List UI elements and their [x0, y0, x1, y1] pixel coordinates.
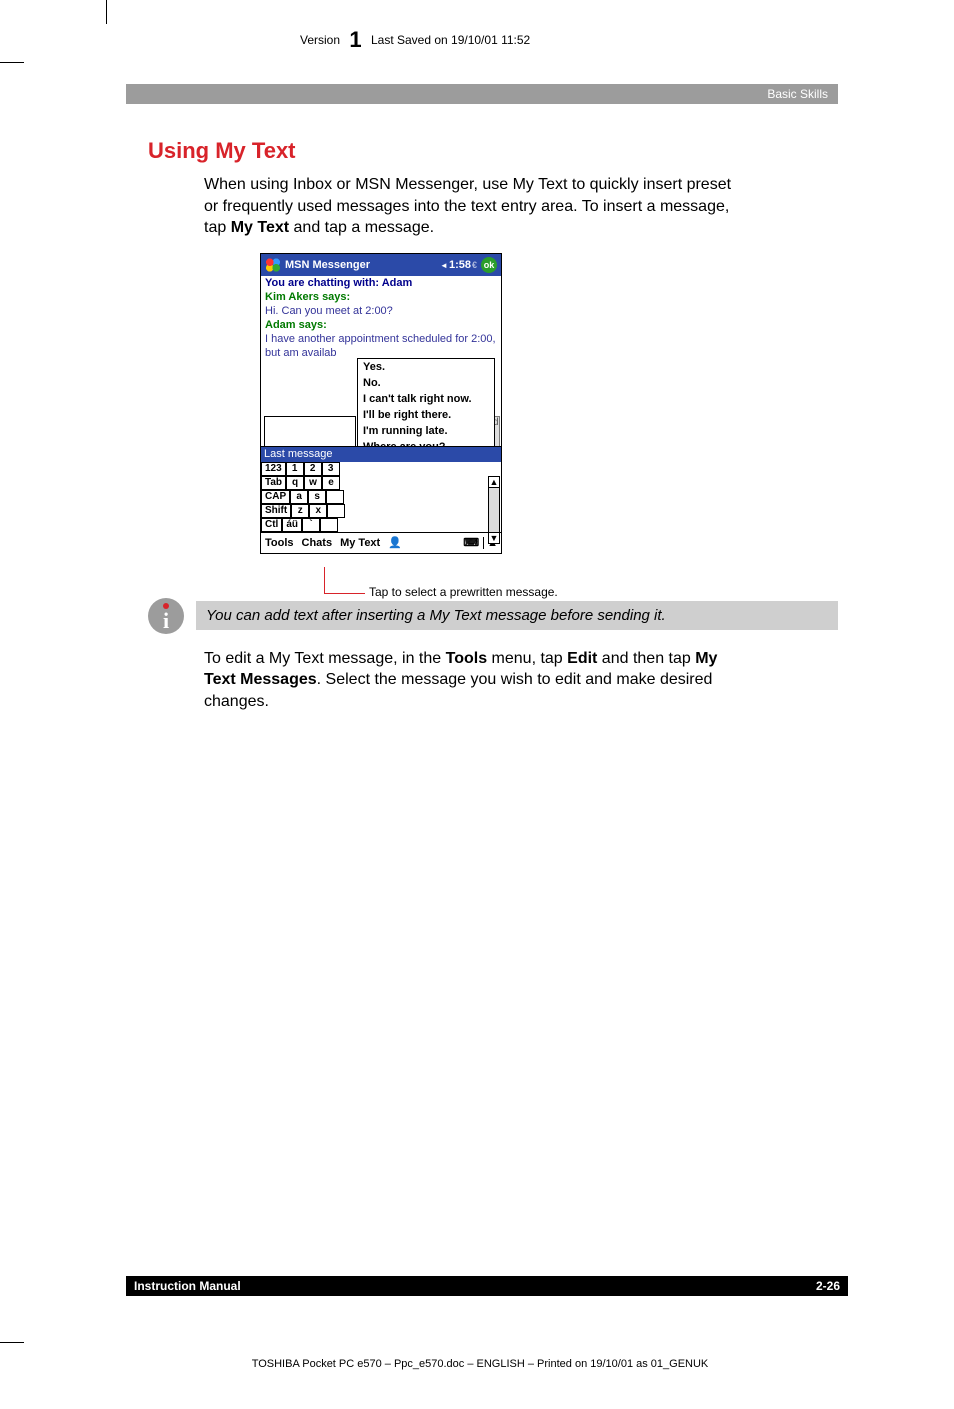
key-z[interactable]: z — [291, 504, 309, 518]
chat-msg-2a: I have another appointment scheduled for… — [261, 332, 501, 346]
key-blank-2[interactable] — [327, 504, 345, 518]
last-saved: Last Saved on 19/10/01 11:52 — [371, 33, 530, 47]
menu-mytext[interactable]: My Text — [336, 537, 384, 549]
menu-chats[interactable]: Chats — [298, 537, 337, 549]
key-cap[interactable]: CAP — [261, 490, 290, 504]
buddy-icon[interactable]: 👤 — [384, 536, 406, 549]
key-blank-1[interactable] — [326, 490, 344, 504]
keyboard-icon[interactable]: ⌨ — [459, 536, 483, 549]
p2-bold-tools: Tools — [446, 650, 487, 667]
footer-left: Instruction Manual — [134, 1279, 241, 1293]
scroll-up-icon[interactable]: ▲ — [489, 477, 499, 488]
version-label: Version — [300, 33, 340, 47]
callout-line — [324, 567, 365, 594]
p2-part2: menu, tap — [487, 650, 567, 667]
pda-screenshot: MSN Messenger 1:58 ok You are chatting w… — [260, 253, 502, 554]
key-q[interactable]: q — [286, 476, 304, 490]
popup-item-no[interactable]: No. — [358, 375, 494, 391]
chat-area: You are chatting with: Adam Kim Akers sa… — [261, 276, 501, 446]
p2-part3: and then tap — [597, 650, 695, 667]
info-icon — [148, 598, 184, 634]
key-123[interactable]: 123 — [261, 462, 286, 476]
chat-with-label: You are chatting with: Adam — [261, 276, 501, 290]
key-accent[interactable]: áü — [282, 518, 302, 532]
edit-paragraph: To edit a My Text message, in the Tools … — [204, 648, 744, 713]
popup-item-be-right-there[interactable]: I'll be right there. — [358, 407, 494, 423]
key-1[interactable]: 1 — [286, 462, 304, 476]
key-ctl[interactable]: Ctl — [261, 518, 282, 532]
pda-titlebar: MSN Messenger 1:58 ok — [261, 254, 501, 276]
chat-msg-1: Hi. Can you meet at 2:00? — [261, 304, 501, 318]
chat-sender-2: Adam says: — [261, 318, 501, 332]
key-a[interactable]: a — [290, 490, 308, 504]
footer-bar: Instruction Manual 2-26 — [126, 1276, 848, 1296]
last-message-label: Last message — [261, 447, 501, 462]
crop-mark — [106, 0, 107, 24]
intro-tail: and tap a message. — [289, 219, 434, 236]
chat-sender-1: Kim Akers says: — [261, 290, 501, 304]
popup-item-where-are-you[interactable]: Where are you? — [358, 439, 494, 446]
key-2[interactable]: 2 — [304, 462, 322, 476]
soft-keyboard: Last message 123 1 2 3 Tab q w e CAP a s — [261, 446, 501, 532]
p2-bold-edit: Edit — [567, 650, 597, 667]
ok-button[interactable]: ok — [481, 257, 497, 273]
popup-item-cant-talk[interactable]: I can't talk right now. — [358, 391, 494, 407]
note-text: You can add text after inserting a My Te… — [196, 601, 838, 630]
app-title: MSN Messenger — [285, 259, 370, 271]
mytext-popup: Yes. No. I can't talk right now. I'll be… — [357, 358, 495, 446]
version-number: 1 — [343, 27, 367, 52]
clock: 1:58 — [440, 259, 477, 271]
key-w[interactable]: w — [304, 476, 322, 490]
popup-item-yes[interactable]: Yes. — [358, 359, 494, 375]
key-3[interactable]: 3 — [322, 462, 340, 476]
page-heading: Using My Text — [148, 138, 838, 164]
key-blank-3[interactable] — [320, 518, 338, 532]
key-tab[interactable]: Tab — [261, 476, 286, 490]
footer-right: 2-26 — [816, 1279, 840, 1293]
crop-mark — [0, 62, 24, 63]
key-e[interactable]: e — [322, 476, 340, 490]
key-x[interactable]: x — [309, 504, 327, 518]
section-band: Basic Skills — [126, 84, 838, 104]
callout-text: Tap to select a prewritten message. — [369, 585, 558, 599]
key-shift[interactable]: Shift — [261, 504, 291, 518]
key-s[interactable]: s — [308, 490, 326, 504]
message-input[interactable] — [264, 416, 356, 446]
pda-bottom-bar: Tools Chats My Text 👤 ⌨ ▲ — [261, 532, 501, 553]
footer-print-line: TOSHIBA Pocket PC e570 – Ppc_e570.doc – … — [200, 1358, 760, 1370]
popup-item-running-late[interactable]: I'm running late. — [358, 423, 494, 439]
key-backtick[interactable]: ` — [302, 518, 320, 532]
crop-mark — [0, 1342, 24, 1343]
p2-part1: To edit a My Text message, in the — [204, 650, 446, 667]
menu-tools[interactable]: Tools — [261, 537, 298, 549]
intro-bold-mytext: My Text — [231, 219, 289, 236]
intro-paragraph: When using Inbox or MSN Messenger, use M… — [204, 174, 744, 239]
windows-flag-icon — [265, 258, 281, 272]
header-version: Version 1 Last Saved on 19/10/01 11:52 — [300, 24, 680, 50]
keyboard-scrollbar[interactable]: ▲ ▼ — [488, 476, 500, 544]
scroll-down-icon[interactable]: ▼ — [489, 532, 499, 543]
